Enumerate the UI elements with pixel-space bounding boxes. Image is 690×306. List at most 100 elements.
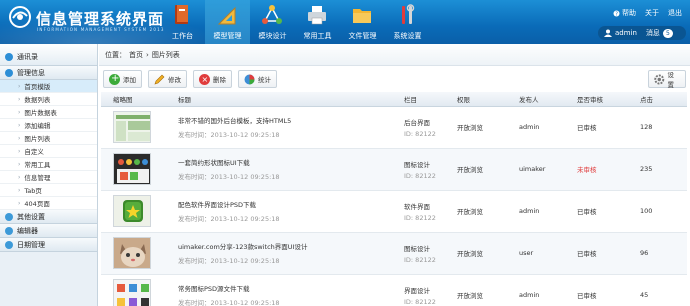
nav-label: 模型管理 [213, 32, 242, 40]
col-permission[interactable]: 权限 [445, 92, 507, 107]
sidebar-item[interactable]: › 信息管理 [0, 171, 97, 184]
row-title[interactable]: uimaker.com分享-123款switch界面UI设计 [178, 241, 392, 251]
nav-common-tools[interactable]: 常用工具 [295, 0, 340, 44]
chevron-right-icon: › [18, 147, 21, 155]
row-clicks: 100 [628, 190, 687, 233]
chevron-right-icon: › [18, 199, 21, 207]
chevron-right-icon: › [18, 95, 21, 103]
chevron-right-icon: › [18, 173, 21, 181]
nav-module-design[interactable]: 模块设计 [250, 0, 295, 44]
pencil-icon [154, 74, 165, 84]
thumbnail-image[interactable] [113, 237, 151, 269]
row-clicks: 128 [628, 106, 687, 149]
add-icon: + [109, 72, 120, 85]
tools-icon [402, 4, 415, 24]
row-title[interactable]: 常务图标PSD源文件下载 [178, 283, 392, 293]
folder-icon [353, 9, 371, 23]
col-thumbnail[interactable]: 缩略图 [101, 92, 166, 107]
ruler-icon [217, 6, 236, 25]
main-nav: 工作台 模型管理 模块设计 常用工具 文件管理 系统设置 [160, 0, 430, 44]
top-header: 信息管理系统界面 INFORMATION MANAGEMENT SYSTEM 2… [0, 0, 690, 44]
row-review-status: 已审核 [565, 274, 628, 306]
table-row[interactable]: 配色软件界面设计PSD下载 发布时间：2013-10-12 09:25:18 软件界… [101, 190, 687, 233]
nav-workbench[interactable]: 工作台 [160, 0, 205, 44]
row-publish-time: 发布时间：2013-10-12 09:25:18 [178, 215, 280, 223]
sidebar-item[interactable]: › 数据列表 [0, 93, 97, 106]
col-reviewed[interactable]: 是否审核 [565, 92, 628, 107]
row-review-status: 已审核 [565, 190, 628, 233]
sidebar-item[interactable]: › Tab页 [0, 184, 97, 197]
settings-button[interactable]: 设置 [648, 70, 686, 89]
sidebar-group-date[interactable]: 日期管理 [0, 238, 97, 252]
category-cell: 软件界面 ID: 82122 [392, 190, 445, 233]
app-title: 信息管理系统界面 [36, 10, 165, 28]
printer-icon [308, 6, 326, 25]
nav-system-settings[interactable]: 系统设置 [385, 0, 430, 44]
nav-model-management[interactable]: 模型管理 [205, 0, 250, 44]
title-cell: 常务图标PSD源文件下载 发布时间：2013-10-12 09:25:18 [166, 274, 392, 306]
breadcrumb-home[interactable]: 首页 [129, 50, 143, 60]
about-link[interactable]: 关于 [645, 8, 659, 18]
add-button[interactable]: + 添加 [103, 70, 142, 88]
manage-info-icon [5, 68, 13, 77]
sidebar-item-label: 自定义 [24, 148, 44, 156]
thumbnail-image[interactable] [113, 279, 151, 306]
col-clicks[interactable]: 点击 [628, 92, 687, 107]
row-permission: 开放浏览 [445, 190, 507, 233]
table-row[interactable]: uimaker.com分享-123款switch界面UI设计 发布时间：2013-… [101, 232, 687, 275]
row-title[interactable]: 配色软件界面设计PSD下载 [178, 199, 392, 209]
table-row[interactable]: 一套简约形状图标UI下载 发布时间：2013-10-12 09:25:18 图标设计… [101, 148, 687, 191]
sidebar-item[interactable]: › 404页面 [0, 197, 97, 210]
table-row[interactable]: 非常不错的国外后台模板，支持HTML5 发布时间：2013-10-12 09:25… [101, 106, 687, 149]
category-cell: 图标设计 ID: 82122 [392, 148, 445, 191]
category-cell: 界面设计 ID: 82122 [392, 274, 445, 306]
row-id: ID: 82122 [404, 255, 436, 264]
sidebar-item[interactable]: › 图片列表 [0, 132, 97, 145]
messages-count-badge: 5 [662, 28, 673, 38]
col-category[interactable]: 栏目 [392, 92, 445, 107]
row-title[interactable]: 一套简约形状图标UI下载 [178, 157, 392, 167]
thumbnail-image[interactable] [113, 111, 151, 143]
row-permission: 开放浏览 [445, 274, 507, 306]
contacts-icon [5, 52, 13, 61]
col-author[interactable]: 发布人 [507, 92, 565, 107]
user-panel[interactable]: admin 消息 5 [598, 26, 686, 40]
chevron-right-icon: › [18, 134, 21, 142]
col-title[interactable]: 标题 [166, 92, 392, 107]
breadcrumb-separator: › [146, 50, 149, 59]
thumbnail-cell [101, 106, 166, 149]
nav-file-management[interactable]: 文件管理 [340, 0, 385, 44]
logout-link[interactable]: 退出 [668, 8, 682, 18]
row-title[interactable]: 非常不错的国外后台模板，支持HTML5 [178, 115, 392, 125]
row-id: ID: 82122 [404, 297, 436, 306]
messages-label[interactable]: 消息 [646, 28, 660, 38]
edit-button[interactable]: 修改 [148, 70, 187, 88]
sidebar-item[interactable]: › 常用工具 [0, 158, 97, 171]
row-id: ID: 82122 [404, 171, 436, 180]
sidebar-group-other-settings[interactable]: 其他设置 [0, 210, 97, 224]
stats-button[interactable]: 统计 [238, 70, 277, 88]
table-row[interactable]: 常务图标PSD源文件下载 发布时间：2013-10-12 09:25:18 界面设计… [101, 274, 687, 306]
title-cell: 非常不错的国外后台模板，支持HTML5 发布时间：2013-10-12 09:25… [166, 106, 392, 149]
thumbnail-cell [101, 232, 166, 275]
row-review-status: 已审核 [565, 106, 628, 149]
sidebar-group-manage-info[interactable]: 管理信息 [0, 66, 97, 80]
thumbnail-image[interactable] [113, 153, 151, 185]
sidebar-item[interactable]: › 自定义 [0, 145, 97, 158]
sidebar-item-label: 添加编辑 [24, 122, 51, 130]
nav-label: 模块设计 [258, 32, 287, 40]
thumbnail-image[interactable] [113, 195, 151, 227]
toolbar: + 添加 修改 × 删除 统计 设置 [99, 66, 690, 92]
sidebar-item[interactable]: › 首页模版 [0, 80, 97, 93]
sidebar-item[interactable]: › 图片数据表 [0, 106, 97, 119]
sidebar-contacts[interactable]: 通讯录 [0, 44, 97, 66]
sidebar-item[interactable]: › 添加编辑 [0, 119, 97, 132]
delete-button[interactable]: × 删除 [193, 70, 232, 88]
sidebar-group-editor[interactable]: 编辑器 [0, 224, 97, 238]
row-category: 软件界面 [404, 202, 430, 211]
gear-icon [654, 74, 665, 84]
row-publish-time: 发布时间：2013-10-12 09:25:18 [178, 299, 280, 306]
help-link[interactable]: ? 帮助 [613, 8, 636, 18]
editor-icon [5, 226, 13, 235]
pie-chart-icon [244, 74, 255, 84]
